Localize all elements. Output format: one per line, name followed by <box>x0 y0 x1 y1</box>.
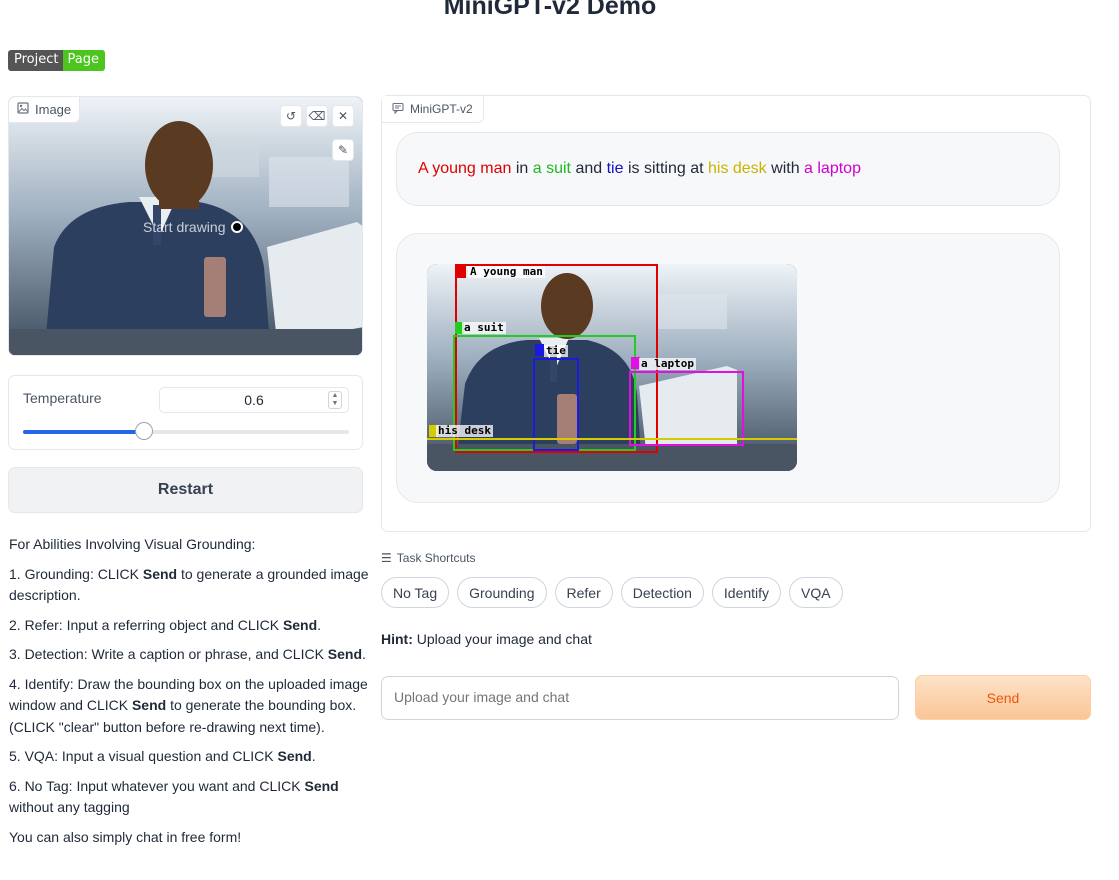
bbox-suit-label: a suit <box>462 321 506 334</box>
instruction-text: 1. Grounding: CLICK <box>9 565 143 582</box>
response-segment: is sitting at <box>623 160 708 177</box>
chatbot-panel: MiniGPT-v2 A young man in a suit and tie… <box>381 95 1091 532</box>
chat-message-image: A young man a suit tie a laptop his desk <box>396 233 1060 503</box>
response-segment: tie <box>606 160 624 177</box>
temperature-value: 0.6 <box>244 392 264 408</box>
task-shortcuts-row: No Tag Grounding Refer Detection Identif… <box>381 577 843 608</box>
image-label-tag: Image <box>9 97 81 123</box>
instruction-keyword: Send <box>142 565 178 582</box>
task-shortcuts-text: Task Shortcuts <box>396 551 476 565</box>
instruction-item: 4. Identify: Draw the bounding box on th… <box>9 674 369 739</box>
bbox-young-man-marker <box>457 266 466 278</box>
badge-left-label: Project <box>8 50 64 71</box>
bbox-desk <box>427 438 797 471</box>
slider-thumb[interactable] <box>134 422 153 440</box>
shortcut-detection-button[interactable]: Detection <box>620 577 704 608</box>
task-shortcuts-label: ☰ Task Shortcuts <box>381 551 475 565</box>
brush-icon[interactable]: ✎ <box>332 139 354 161</box>
response-segment: A young man <box>418 160 512 177</box>
page-title: MiniGPT-v2 Demo <box>443 0 657 20</box>
bbox-desk-label: his desk <box>436 424 493 437</box>
grounded-response: A young man in a suit and tie is sitting… <box>418 160 861 178</box>
response-segment: a suit <box>532 160 571 177</box>
hint-text: Hint: Upload your image and chat <box>381 631 592 647</box>
instruction-text: 3. Detection: Write a caption or phrase,… <box>9 646 328 662</box>
chatbot-label-tag: MiniGPT-v2 <box>382 96 484 123</box>
chat-icon <box>392 102 404 117</box>
instruction-text: 5. VQA: Input a visual question and CLIC… <box>9 748 278 764</box>
instruction-item: 2. Refer: Input a referring object and C… <box>9 615 369 637</box>
grounded-image: A young man a suit tie a laptop his desk <box>427 264 797 471</box>
restart-button[interactable]: Restart <box>8 467 363 513</box>
bbox-tie-marker <box>535 344 544 356</box>
close-icon[interactable]: ✕ <box>332 105 354 127</box>
shortcut-no-tag-button[interactable]: No Tag <box>381 577 450 608</box>
badge-right-label: Page <box>63 50 105 71</box>
bbox-laptop <box>629 371 744 446</box>
image-icon <box>17 102 29 117</box>
instruction-text: . <box>311 748 316 764</box>
temperature-label: Temperature <box>23 390 102 406</box>
instruction-keyword: Send <box>277 748 312 764</box>
image-input-panel[interactable]: Image ↺ ⌫ ✕ ✎ Start drawing <box>8 96 363 356</box>
response-segment: a laptop <box>804 160 861 177</box>
instruction-keyword: Send <box>327 646 363 662</box>
start-drawing-text: Start drawing <box>143 219 226 235</box>
spinner-icon[interactable]: ▲ ▼ <box>328 391 342 409</box>
response-segment: and <box>571 160 607 177</box>
bbox-laptop-label: a laptop <box>639 357 696 370</box>
hint-bold: Hint: <box>381 631 413 647</box>
chat-input[interactable] <box>381 676 899 720</box>
instruction-text: . <box>362 646 366 662</box>
instructions: For Abilities Involving Visual Grounding… <box>9 534 369 856</box>
response-segment: his desk <box>707 160 767 177</box>
list-icon: ☰ <box>381 551 392 565</box>
instruction-keyword: Send <box>304 777 339 794</box>
shortcut-identify-button[interactable]: Identify <box>711 577 782 608</box>
instructions-footer: You can also simply chat in free form! <box>9 828 242 845</box>
shortcut-grounding-button[interactable]: Grounding <box>457 577 547 608</box>
instruction-item: 5. VQA: Input a visual question and CLIC… <box>9 746 369 768</box>
instruction-text: without any tagging <box>9 799 130 815</box>
instruction-keyword: Send <box>282 616 318 633</box>
instructions-heading: For Abilities Involving Visual Grounding… <box>9 536 256 552</box>
response-segment: in <box>511 160 533 177</box>
instruction-item: 1. Grounding: CLICK Send to generate a g… <box>9 564 369 607</box>
response-segment: with <box>766 160 805 177</box>
bbox-tie-label: tie <box>544 344 568 357</box>
instruction-text: 2. Refer: Input a referring object and C… <box>9 616 283 633</box>
shortcut-vqa-button[interactable]: VQA <box>789 577 843 608</box>
instruction-item: 6. No Tag: Input whatever you want and C… <box>9 776 369 819</box>
eraser-icon[interactable]: ⌫ <box>306 105 328 127</box>
instruction-text: . <box>317 616 322 633</box>
slider-fill <box>23 430 144 434</box>
bbox-young-man-label: A young man <box>468 265 545 278</box>
brush-cursor-dot <box>231 221 244 233</box>
instruction-keyword: Send <box>131 697 167 713</box>
send-button[interactable]: Send <box>915 675 1091 720</box>
shortcut-refer-button[interactable]: Refer <box>554 577 613 608</box>
temperature-slider[interactable] <box>23 422 349 440</box>
temperature-panel: Temperature 0.6 ▲ ▼ <box>8 375 363 450</box>
chat-message-text: A young man in a suit and tie is sitting… <box>396 132 1060 206</box>
temperature-number-input[interactable]: 0.6 ▲ ▼ <box>159 387 349 413</box>
hint-body: Upload your image and chat <box>412 631 592 647</box>
instruction-item: 3. Detection: Write a caption or phrase,… <box>9 644 369 666</box>
image-label: Image <box>35 102 72 117</box>
start-drawing-hint: Start drawing <box>143 219 244 235</box>
chatbot-label: MiniGPT-v2 <box>410 102 473 116</box>
project-page-badge[interactable]: Project Page <box>8 50 105 71</box>
undo-icon[interactable]: ↺ <box>280 105 302 127</box>
instruction-text: 6. No Tag: Input whatever you want and C… <box>9 777 305 794</box>
